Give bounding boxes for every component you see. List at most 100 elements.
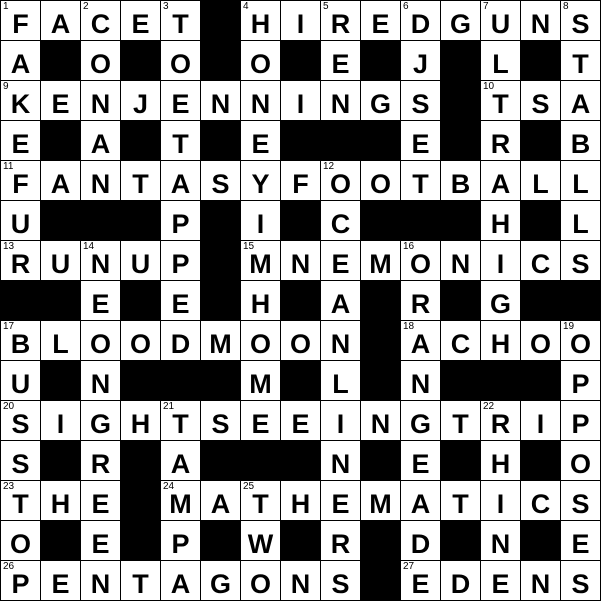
grid-cell[interactable]: O bbox=[520, 320, 561, 361]
grid-cell[interactable]: 26 P bbox=[0, 560, 41, 601]
grid-cell[interactable]: U bbox=[0, 200, 41, 241]
grid-cell[interactable]: N bbox=[520, 560, 561, 601]
grid-cell[interactable]: N bbox=[520, 0, 561, 41]
grid-cell[interactable]: P bbox=[160, 520, 201, 561]
grid-cell[interactable]: H bbox=[120, 400, 161, 441]
grid-cell[interactable]: P bbox=[160, 200, 201, 241]
grid-cell[interactable]: M bbox=[360, 480, 401, 521]
grid-cell[interactable]: S bbox=[0, 440, 41, 481]
grid-cell[interactable]: S bbox=[200, 160, 241, 201]
grid-cell[interactable]: R bbox=[80, 440, 121, 481]
grid-cell[interactable]: 14 N bbox=[80, 240, 121, 281]
grid-cell[interactable]: E bbox=[400, 120, 441, 161]
grid-cell[interactable]: 25 T bbox=[240, 480, 281, 521]
grid-cell[interactable]: E bbox=[240, 120, 281, 161]
grid-cell[interactable]: C bbox=[320, 200, 361, 241]
grid-cell[interactable]: E bbox=[400, 440, 441, 481]
grid-cell[interactable]: I bbox=[520, 400, 561, 441]
grid-cell[interactable]: J bbox=[120, 80, 161, 121]
grid-cell[interactable]: 3T bbox=[160, 0, 201, 41]
grid-cell[interactable]: 9K bbox=[0, 80, 41, 121]
grid-cell[interactable]: N bbox=[200, 80, 241, 121]
grid-cell[interactable]: 23 T bbox=[0, 480, 41, 521]
grid-cell[interactable]: L bbox=[40, 320, 81, 361]
grid-cell[interactable]: E bbox=[240, 400, 281, 441]
grid-cell[interactable]: S bbox=[560, 240, 601, 281]
grid-cell[interactable]: T bbox=[400, 160, 441, 201]
grid-cell[interactable]: 5R bbox=[320, 0, 361, 41]
grid-cell[interactable]: N bbox=[320, 440, 361, 481]
grid-cell[interactable]: A bbox=[200, 480, 241, 521]
grid-cell[interactable]: S bbox=[560, 480, 601, 521]
grid-cell[interactable]: 7U bbox=[480, 0, 521, 41]
grid-cell[interactable]: F bbox=[280, 160, 321, 201]
grid-cell[interactable]: I bbox=[320, 400, 361, 441]
grid-cell[interactable]: 16 O bbox=[400, 240, 441, 281]
grid-cell[interactable]: L bbox=[560, 160, 601, 201]
grid-cell[interactable]: E bbox=[160, 80, 201, 121]
grid-cell[interactable]: G bbox=[480, 280, 521, 321]
grid-cell[interactable]: A bbox=[400, 480, 441, 521]
grid-cell[interactable]: 2C bbox=[80, 0, 121, 41]
grid-cell[interactable]: 1F bbox=[0, 0, 41, 41]
grid-cell[interactable]: 15 M bbox=[240, 240, 281, 281]
grid-cell[interactable]: O bbox=[120, 320, 161, 361]
grid-cell[interactable]: H bbox=[240, 280, 281, 321]
grid-cell[interactable]: P bbox=[160, 240, 201, 281]
grid-cell[interactable]: S bbox=[400, 80, 441, 121]
grid-cell[interactable]: A bbox=[80, 120, 121, 161]
grid-cell[interactable]: 21 T bbox=[160, 400, 201, 441]
grid-cell[interactable]: G bbox=[400, 400, 441, 441]
grid-cell[interactable]: A bbox=[160, 160, 201, 201]
grid-cell[interactable]: O bbox=[280, 320, 321, 361]
grid-cell[interactable]: M bbox=[200, 320, 241, 361]
grid-cell[interactable]: A bbox=[160, 440, 201, 481]
grid-cell[interactable]: 10 T bbox=[480, 80, 521, 121]
grid-cell[interactable]: E bbox=[80, 520, 121, 561]
grid-cell[interactable]: T bbox=[440, 400, 481, 441]
grid-cell[interactable]: O bbox=[240, 40, 281, 81]
grid-cell[interactable]: N bbox=[240, 80, 281, 121]
grid-cell[interactable]: J bbox=[400, 40, 441, 81]
grid-cell[interactable]: E bbox=[320, 40, 361, 81]
grid-cell[interactable]: O bbox=[80, 320, 121, 361]
grid-cell[interactable]: U bbox=[120, 240, 161, 281]
grid-cell[interactable]: N bbox=[80, 560, 121, 601]
grid-cell[interactable]: L bbox=[320, 360, 361, 401]
grid-cell[interactable]: P bbox=[560, 360, 601, 401]
grid-cell[interactable]: E bbox=[320, 240, 361, 281]
grid-cell[interactable]: 20 S bbox=[0, 400, 41, 441]
grid-cell[interactable]: Y bbox=[240, 160, 281, 201]
grid-cell[interactable]: E bbox=[360, 0, 401, 41]
grid-cell[interactable]: 22 R bbox=[480, 400, 521, 441]
grid-cell[interactable]: G bbox=[360, 80, 401, 121]
grid-cell[interactable]: A bbox=[320, 280, 361, 321]
grid-cell[interactable]: N bbox=[80, 160, 121, 201]
grid-cell[interactable]: S bbox=[320, 560, 361, 601]
grid-cell[interactable]: A bbox=[160, 560, 201, 601]
grid-cell[interactable]: A bbox=[40, 0, 81, 41]
grid-cell[interactable]: B bbox=[560, 120, 601, 161]
grid-cell[interactable]: S bbox=[200, 400, 241, 441]
grid-cell[interactable]: E bbox=[0, 120, 41, 161]
grid-cell[interactable]: I bbox=[240, 200, 281, 241]
grid-cell[interactable]: 19 O bbox=[560, 320, 601, 361]
grid-cell[interactable]: C bbox=[520, 480, 561, 521]
grid-cell[interactable]: E bbox=[560, 520, 601, 561]
grid-cell[interactable]: E bbox=[480, 560, 521, 601]
grid-cell[interactable]: N bbox=[280, 560, 321, 601]
grid-cell[interactable]: N bbox=[480, 520, 521, 561]
grid-cell[interactable]: O bbox=[80, 40, 121, 81]
grid-cell[interactable]: 17 B bbox=[0, 320, 41, 361]
grid-cell[interactable]: E bbox=[80, 480, 121, 521]
grid-cell[interactable]: H bbox=[480, 200, 521, 241]
grid-cell[interactable]: 13 R bbox=[0, 240, 41, 281]
grid-cell[interactable]: S bbox=[560, 560, 601, 601]
grid-cell[interactable]: 18 A bbox=[400, 320, 441, 361]
grid-cell[interactable]: O bbox=[160, 40, 201, 81]
grid-cell[interactable]: D bbox=[440, 560, 481, 601]
grid-cell[interactable]: L bbox=[520, 160, 561, 201]
grid-cell[interactable]: I bbox=[280, 80, 321, 121]
grid-cell[interactable]: A bbox=[0, 40, 41, 81]
grid-cell[interactable]: M bbox=[360, 240, 401, 281]
